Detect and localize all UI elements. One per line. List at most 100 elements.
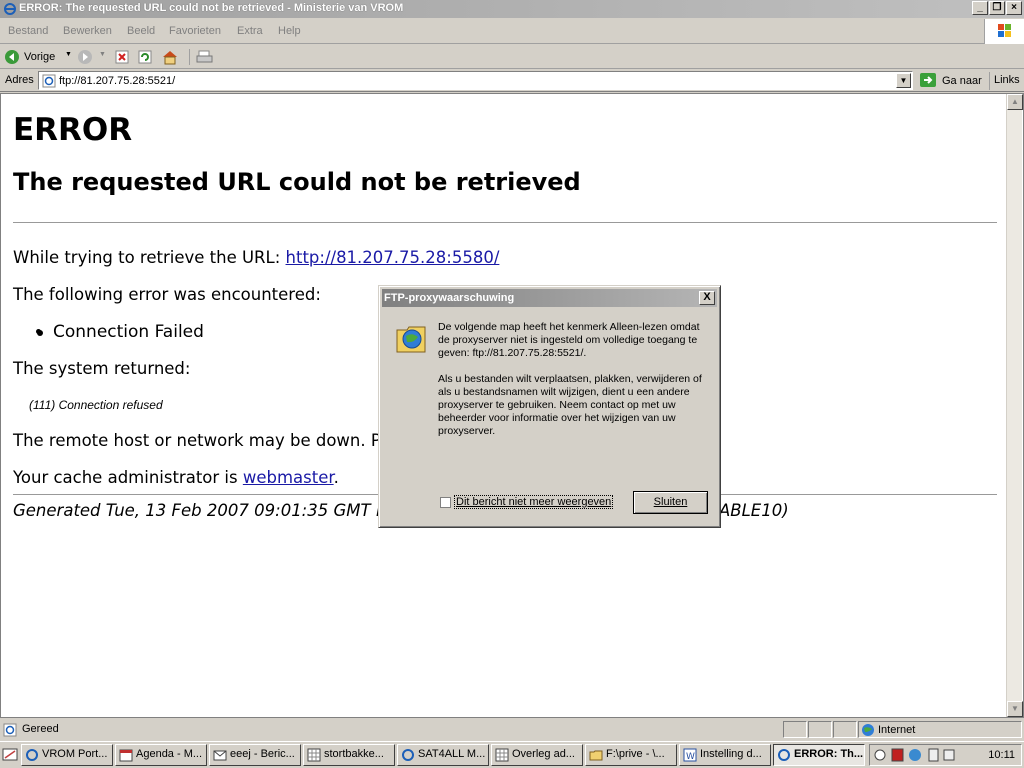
- address-input[interactable]: [59, 74, 889, 88]
- forward-dropdown-icon[interactable]: ▼: [99, 51, 106, 58]
- svg-text:W: W: [686, 752, 695, 762]
- task-folder[interactable]: F:\prive - \...: [585, 744, 677, 766]
- print-button[interactable]: [196, 48, 214, 66]
- status-pane: [783, 721, 807, 738]
- dialog-close-button[interactable]: X: [699, 291, 715, 305]
- folder-globe-icon: [396, 326, 426, 353]
- close-button[interactable]: ×: [1006, 1, 1022, 15]
- address-dropdown-icon[interactable]: ▼: [896, 73, 911, 88]
- close-dialog-label: Sluiten: [653, 496, 688, 508]
- error-subheading: The requested URL could not be retrieved: [13, 168, 581, 196]
- status-pane: [833, 721, 857, 738]
- back-label: Vorige: [24, 51, 56, 63]
- system-message: (111) Connection refused: [29, 398, 163, 412]
- task-error-active[interactable]: ERROR: Th...: [773, 744, 865, 766]
- divider: [13, 222, 997, 223]
- error-item: Connection Failed: [53, 322, 204, 342]
- ie-icon: [4, 3, 16, 15]
- menu-favorieten[interactable]: Favorieten: [169, 25, 221, 37]
- webmaster-link[interactable]: webmaster: [243, 468, 334, 487]
- restore-button[interactable]: ❐: [989, 1, 1005, 15]
- task-instelling[interactable]: W Instelling d...: [679, 744, 771, 766]
- ie-task-icon: [402, 749, 414, 761]
- task-vrom[interactable]: VROM Port...: [21, 744, 113, 766]
- forward-button[interactable]: ▼: [77, 48, 107, 66]
- dialog-titlebar[interactable]: FTP-proxywaarschuwing X: [382, 289, 717, 307]
- dialog-title: FTP-proxywaarschuwing: [384, 292, 515, 304]
- task-stortbakke[interactable]: stortbakke...: [303, 744, 395, 766]
- menu-bar: Bestand Bewerken Beeld Favorieten Extra …: [0, 19, 1024, 44]
- menu-extra[interactable]: Extra: [237, 25, 263, 37]
- scroll-up-icon[interactable]: ▲: [1007, 94, 1023, 110]
- address-label: Adres: [5, 74, 34, 86]
- cache-suffix: .: [333, 468, 339, 487]
- mail-task-icon: [213, 750, 227, 761]
- retrieve-prefix: While trying to retrieve the URL:: [13, 248, 286, 267]
- task-eeej[interactable]: eeej - Beric...: [209, 744, 301, 766]
- menu-bestand[interactable]: Bestand: [8, 25, 48, 37]
- window-title: ERROR: The requested URL could not be re…: [19, 2, 404, 14]
- calendar-task-icon: [119, 749, 133, 762]
- address-bar: Adres ▼ Ga naar Links: [0, 70, 1024, 92]
- menu-beeld[interactable]: Beeld: [127, 25, 155, 37]
- ie-task-icon: [778, 749, 790, 761]
- task-agenda[interactable]: Agenda - M...: [115, 744, 207, 766]
- go-button[interactable]: Ga naar: [919, 72, 987, 90]
- taskbar: VROM Port... Agenda - M... eeej - Beric.…: [0, 741, 1024, 768]
- system-returned: The system returned:: [13, 359, 191, 378]
- back-button[interactable]: Vorige ▼: [4, 48, 72, 66]
- globe-icon: [862, 724, 874, 736]
- show-desktop-icon[interactable]: [2, 745, 18, 765]
- error-heading: ERROR: [13, 112, 133, 148]
- dont-show-checkbox[interactable]: [440, 497, 451, 508]
- task-label: ERROR: Th...: [794, 748, 864, 760]
- task-label: stortbakke...: [324, 748, 384, 760]
- task-sat4all[interactable]: SAT4ALL M...: [397, 744, 489, 766]
- refresh-icon: [138, 50, 152, 64]
- status-pane: [808, 721, 832, 738]
- task-label: eeej - Beric...: [230, 748, 295, 760]
- scroll-down-icon[interactable]: ▼: [1007, 701, 1023, 717]
- ie-task-icon: [26, 749, 38, 761]
- stop-button[interactable]: [114, 48, 130, 66]
- task-label: Overleg ad...: [512, 748, 575, 760]
- retrieve-url-link[interactable]: http://81.207.75.28:5580/: [286, 248, 500, 267]
- status-text: Gereed: [22, 723, 59, 735]
- window-titlebar[interactable]: ERROR: The requested URL could not be re…: [0, 0, 1024, 18]
- dialog-message-1: De volgende map heeft het kenmerk Alleen…: [438, 321, 700, 359]
- remote-host-text: The remote host or network may be down. …: [13, 431, 381, 450]
- dont-show-label[interactable]: Dit bericht niet meer weergeven: [453, 495, 614, 509]
- menu-bewerken[interactable]: Bewerken: [63, 25, 112, 37]
- go-arrow-icon: [920, 73, 936, 87]
- zone-pane: Internet: [858, 721, 1022, 738]
- close-dialog-button[interactable]: Sluiten: [633, 491, 708, 514]
- system-tray: 10:11: [869, 744, 1022, 766]
- minimize-button[interactable]: _: [972, 1, 988, 15]
- folder-task-icon: [589, 750, 603, 761]
- links-button[interactable]: Links: [989, 72, 1024, 90]
- stop-icon: [115, 50, 129, 64]
- task-label: Instelling d...: [700, 748, 762, 760]
- address-field[interactable]: ▼: [38, 71, 913, 90]
- vertical-scrollbar[interactable]: ▲ ▼: [1006, 94, 1023, 717]
- back-arrow-icon: [5, 50, 19, 64]
- back-dropdown-icon[interactable]: ▼: [65, 51, 72, 58]
- refresh-button[interactable]: [137, 48, 153, 66]
- toolbar: Vorige ▼ ▼: [0, 45, 1024, 69]
- grid-task-icon: [495, 748, 509, 762]
- task-label: SAT4ALL M...: [418, 748, 486, 760]
- grid-task-icon: [307, 748, 321, 762]
- ftp-proxy-warning-dialog: FTP-proxywaarschuwing X De volgende map …: [378, 285, 721, 528]
- task-label: F:\prive - \...: [606, 748, 665, 760]
- generated-text: Generated Tue, 13 Feb 2007 09:01:35 GMT …: [13, 501, 387, 520]
- windows-logo-icon: [984, 19, 1024, 44]
- task-label: Agenda - M...: [136, 748, 203, 760]
- generated-text-tail: ABLE10): [719, 501, 789, 520]
- home-button[interactable]: [161, 48, 179, 66]
- clock[interactable]: 10:11: [988, 749, 1015, 761]
- menu-help[interactable]: Help: [278, 25, 301, 37]
- task-overleg[interactable]: Overleg ad...: [491, 744, 583, 766]
- cache-prefix: Your cache administrator is: [13, 468, 243, 487]
- tray-icons[interactable]: [872, 746, 962, 764]
- cache-line: Your cache administrator is webmaster.: [13, 468, 339, 487]
